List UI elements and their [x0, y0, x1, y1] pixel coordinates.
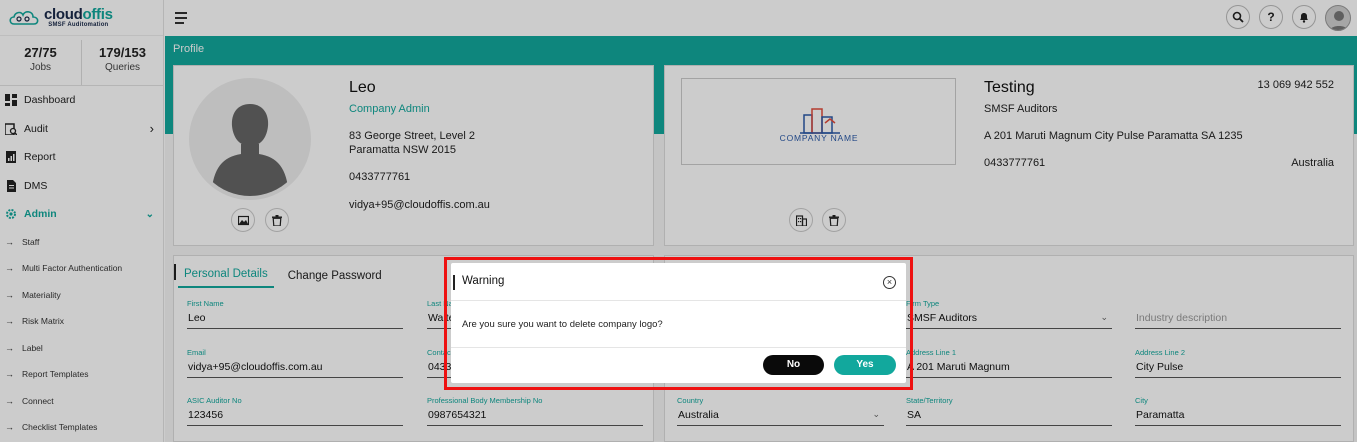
dialog-footer: No Yes — [451, 348, 906, 382]
warning-dialog: Warning × Are you sure you want to delet… — [451, 263, 906, 383]
dialog-message: Are you sure you want to delete company … — [451, 301, 906, 348]
dialog-header: Warning × — [451, 263, 906, 301]
title-marker — [453, 275, 455, 290]
no-button[interactable]: No — [763, 355, 824, 375]
close-icon[interactable]: × — [883, 276, 896, 289]
yes-button[interactable]: Yes — [834, 355, 896, 375]
dialog-title: Warning — [462, 275, 505, 287]
